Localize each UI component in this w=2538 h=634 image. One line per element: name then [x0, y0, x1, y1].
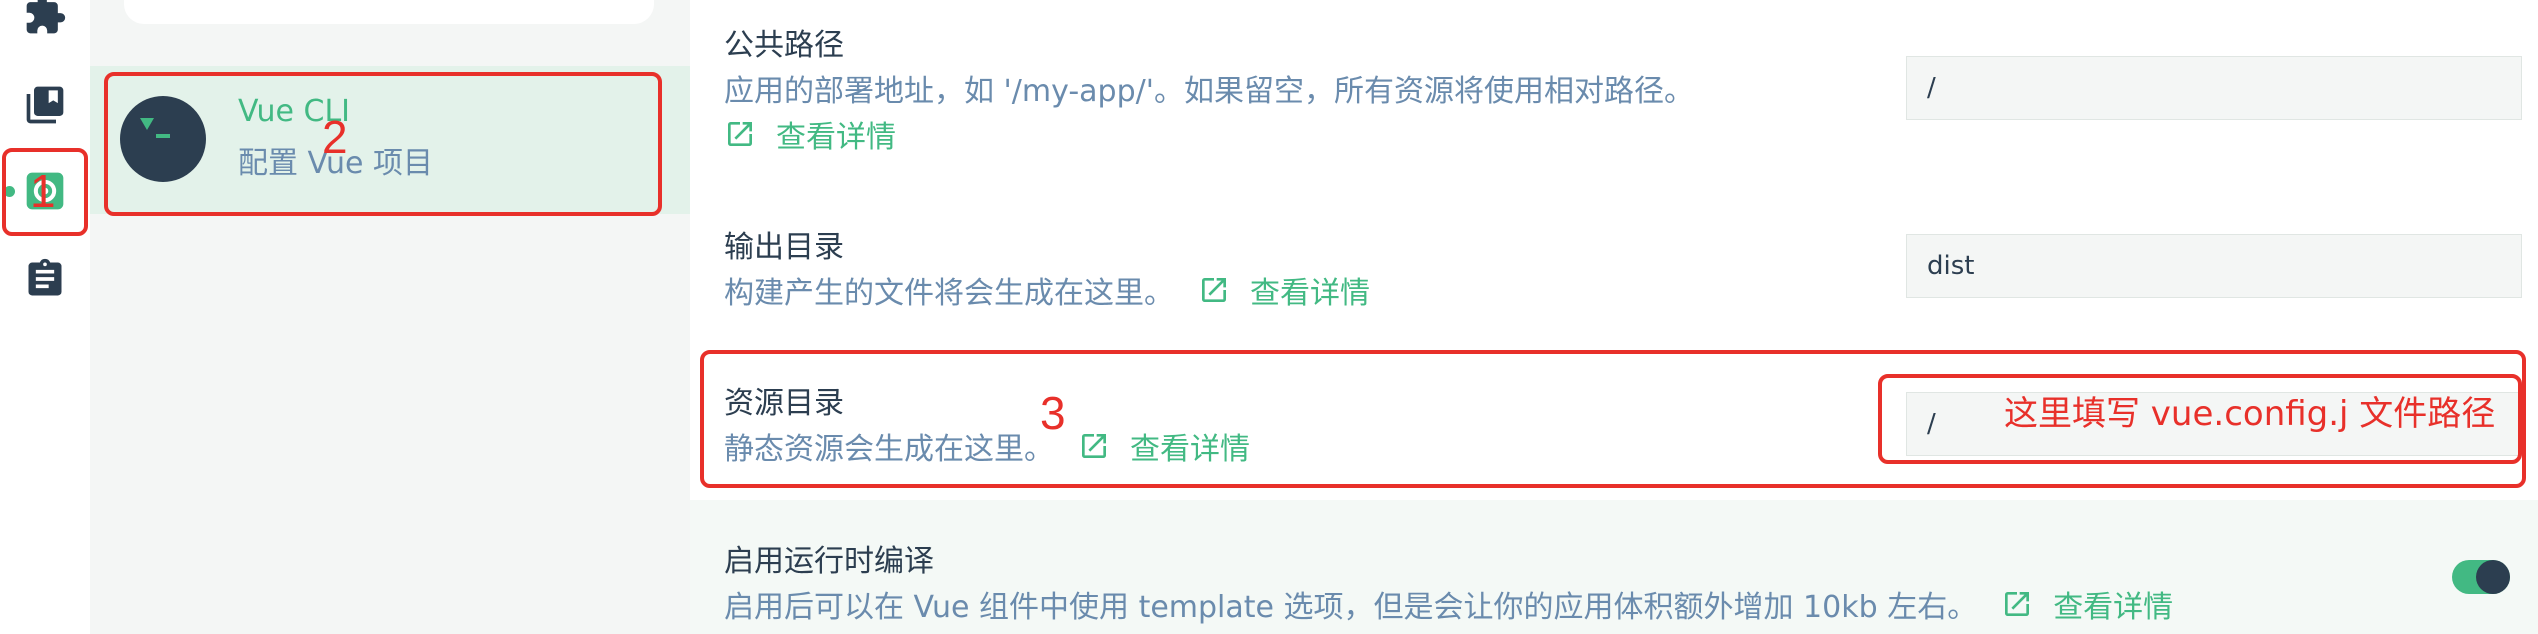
details-link-label: 查看详情 — [1250, 276, 1370, 311]
external-link-icon — [728, 122, 752, 146]
annotation-box-2 — [104, 72, 662, 216]
output-dir-input[interactable]: dist — [1906, 234, 2522, 298]
annotation-number-1: 1 — [30, 165, 56, 217]
setting-description: 应用的部署地址，如 '/my-app/'。如果留空，所有资源将使用相对路径。 — [724, 74, 1694, 109]
setting-output-dir: 输出目录 构建产生的文件将会生成在这里。 查看详情 dist — [690, 192, 2538, 342]
setting-title: 启用运行时编译 — [724, 544, 934, 579]
setting-title: 输出目录 — [724, 230, 844, 265]
library-icon[interactable] — [16, 76, 74, 134]
external-link-icon — [1202, 278, 1226, 302]
toggle-knob — [2476, 560, 2510, 594]
setting-description: 构建产生的文件将会生成在这里。 — [724, 276, 1174, 311]
setting-description-row: 启用后可以在 Vue 组件中使用 template 选项，但是会让你的应用体积额… — [724, 582, 2173, 626]
setting-description-row: 构建产生的文件将会生成在这里。 查看详情 — [724, 268, 1370, 312]
icon-rail — [0, 0, 91, 634]
runtime-compiler-toggle[interactable] — [2452, 560, 2510, 594]
search-input[interactable] — [124, 0, 654, 24]
setting-title: 公共路径 — [724, 28, 844, 63]
annotation-number-3: 3 — [1040, 387, 1066, 439]
setting-description: 启用后可以在 Vue 组件中使用 template 选项，但是会让你的应用体积额… — [724, 590, 1978, 625]
details-link-label: 查看详情 — [776, 120, 896, 155]
details-link[interactable]: 查看详情 — [1198, 268, 1370, 312]
setting-public-path: 公共路径 应用的部署地址，如 '/my-app/'。如果留空，所有资源将使用相对… — [690, 0, 2538, 192]
annotation-note: 这里填写 vue.config.j 文件路径 — [2004, 394, 2496, 434]
details-link[interactable]: 查看详情 — [724, 112, 896, 156]
settings-main: 公共路径 应用的部署地址，如 '/my-app/'。如果留空，所有资源将使用相对… — [690, 0, 2538, 634]
setting-runtime-compiler: 启用运行时编译 启用后可以在 Vue 组件中使用 template 选项，但是会… — [690, 500, 2538, 634]
public-path-input[interactable]: / — [1906, 56, 2522, 120]
details-link[interactable]: 查看详情 — [2001, 582, 2173, 626]
annotation-number-2: 2 — [322, 111, 348, 163]
details-link-label: 查看详情 — [2053, 590, 2174, 625]
puzzle-icon[interactable] — [16, 0, 74, 44]
clipboard-icon[interactable] — [16, 250, 74, 308]
external-link-icon — [2005, 592, 2030, 616]
